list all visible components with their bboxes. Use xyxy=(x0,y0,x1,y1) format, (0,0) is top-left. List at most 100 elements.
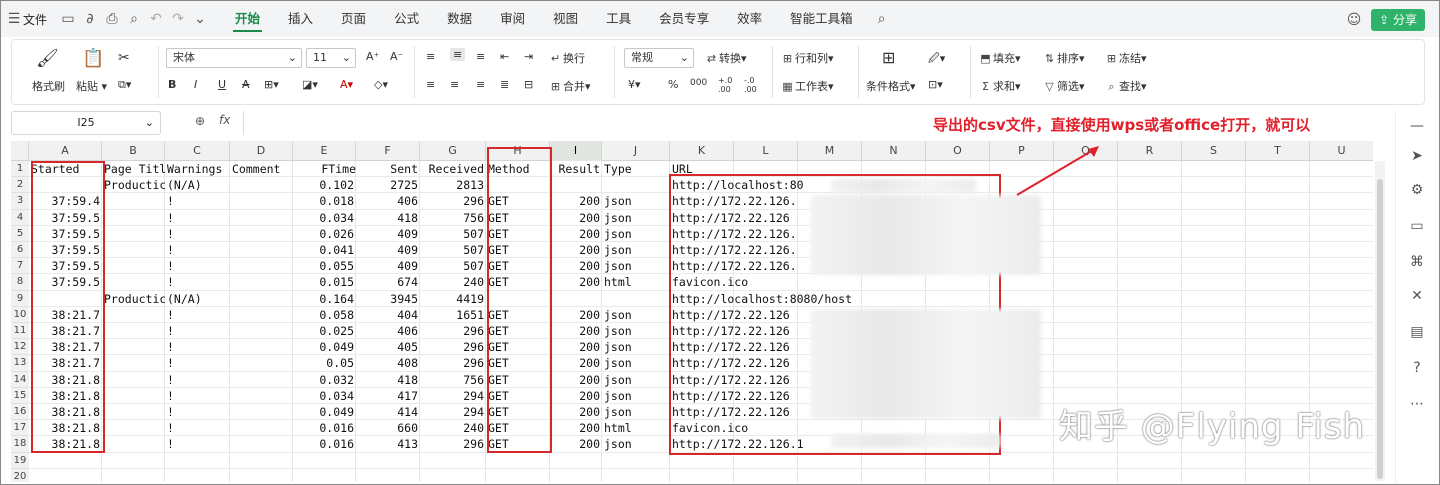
cell-b13[interactable] xyxy=(102,355,165,371)
currency-button[interactable]: ¥▾ xyxy=(628,78,641,91)
cell-i20[interactable] xyxy=(550,469,602,482)
paste-button[interactable]: 粘贴 ▾ xyxy=(76,78,107,94)
cell-i2[interactable] xyxy=(550,177,602,193)
cell-c18[interactable]: ! xyxy=(165,436,230,452)
row-header[interactable]: 1 xyxy=(11,161,29,178)
cell-border-icon[interactable]: ⊡▾ xyxy=(928,78,943,91)
cell-d13[interactable] xyxy=(230,355,293,371)
column-header-k[interactable]: K xyxy=(670,141,734,161)
row-header[interactable]: 20 xyxy=(11,468,29,482)
cell-f14[interactable]: 418 xyxy=(356,372,420,388)
cell-b10[interactable] xyxy=(102,307,165,323)
align-top-icon[interactable]: ≡ xyxy=(426,50,435,63)
merge-button[interactable]: ⊞ 合并▾ xyxy=(548,78,591,94)
cell-i9[interactable] xyxy=(550,291,602,307)
row-header[interactable]: 10 xyxy=(11,306,29,323)
underline-icon[interactable]: U xyxy=(218,78,226,91)
cell-f11[interactable]: 406 xyxy=(356,323,420,339)
cell-j3[interactable]: json xyxy=(602,193,670,209)
tab-6[interactable]: 视图 xyxy=(539,1,592,37)
cell-f10[interactable]: 404 xyxy=(356,307,420,323)
cell-i5[interactable]: 200 xyxy=(550,226,602,242)
convert-button[interactable]: ⇄ 转换▾ xyxy=(704,50,747,66)
cell-e3[interactable]: 0.018 xyxy=(293,193,356,209)
row-header[interactable]: 5 xyxy=(11,225,29,242)
tab-9[interactable]: 效率 xyxy=(723,1,776,37)
cell-d15[interactable] xyxy=(230,388,293,404)
cut-icon[interactable]: ✂ xyxy=(118,50,130,66)
cell-a20[interactable] xyxy=(29,469,102,482)
cell-i14[interactable]: 200 xyxy=(550,372,602,388)
cell-c11[interactable]: ! xyxy=(165,323,230,339)
column-header-i[interactable]: I xyxy=(550,141,602,161)
column-header-e[interactable]: E xyxy=(293,141,356,161)
cell-b3[interactable] xyxy=(102,193,165,209)
cell-i11[interactable]: 200 xyxy=(550,323,602,339)
row-header[interactable]: 14 xyxy=(11,371,29,388)
cell-b19[interactable] xyxy=(102,453,165,469)
cell-f2[interactable]: 2725 xyxy=(356,177,420,193)
row-header[interactable]: 19 xyxy=(11,452,29,469)
cell-g2[interactable]: 2813 xyxy=(420,177,486,193)
spreadsheet-grid[interactable]: ABCDEFGHIJKLMNOPQRSTU 1 Started Page Titl W… xyxy=(11,141,1373,482)
cell-d12[interactable] xyxy=(230,339,293,355)
format-painter-icon[interactable]: 🖌 xyxy=(36,48,59,69)
cell-c10[interactable]: ! xyxy=(165,307,230,323)
row-header[interactable]: 2 xyxy=(11,177,29,194)
cell-b14[interactable] xyxy=(102,372,165,388)
cell-k19[interactable] xyxy=(670,453,970,469)
name-box[interactable]: I25 ⌄ xyxy=(11,111,161,135)
cell-d2[interactable] xyxy=(230,177,293,193)
percent-button[interactable]: % xyxy=(668,78,678,91)
cell-g7[interactable]: 507 xyxy=(420,258,486,274)
more-chevron-icon[interactable]: ⌄ xyxy=(189,8,211,30)
cell-j7[interactable]: json xyxy=(602,258,670,274)
cell-c14[interactable]: ! xyxy=(165,372,230,388)
cell-b18[interactable] xyxy=(102,436,165,452)
cell-i18[interactable]: 200 xyxy=(550,436,602,452)
row-header[interactable]: 15 xyxy=(11,387,29,404)
zoom-icon[interactable]: ⊕ xyxy=(195,114,205,128)
cell-c2[interactable]: (N/A) xyxy=(165,177,230,193)
cell-d10[interactable] xyxy=(230,307,293,323)
fx-icon[interactable]: fx xyxy=(219,113,230,127)
cell-c19[interactable] xyxy=(165,453,230,469)
row-header[interactable]: 4 xyxy=(11,209,29,226)
cell-c5[interactable]: ! xyxy=(165,226,230,242)
sort-button[interactable]: ⇅ 排序▾ xyxy=(1042,50,1085,66)
cell-b16[interactable] xyxy=(102,404,165,420)
find-button[interactable]: ⌕ 查找▾ xyxy=(1104,78,1146,94)
column-header-c[interactable]: C xyxy=(165,141,230,161)
cell-h20[interactable] xyxy=(486,469,550,482)
file-menu[interactable]: 文件 xyxy=(23,11,47,28)
cell-b11[interactable] xyxy=(102,323,165,339)
cell-f9[interactable]: 3945 xyxy=(356,291,420,307)
cell-j5[interactable]: json xyxy=(602,226,670,242)
cell-c20[interactable] xyxy=(165,469,230,482)
undo-icon[interactable]: ↶ xyxy=(145,8,167,30)
cell-g6[interactable]: 507 xyxy=(420,242,486,258)
column-header-u[interactable]: U xyxy=(1310,141,1373,161)
cell-g16[interactable]: 294 xyxy=(420,404,486,420)
column-header-m[interactable]: M xyxy=(798,141,862,161)
cell-b20[interactable] xyxy=(102,469,165,482)
column-header-f[interactable]: F xyxy=(356,141,420,161)
worksheet-button[interactable]: ▦ 工作表▾ xyxy=(780,78,833,94)
align-bottom-icon[interactable]: ≡ xyxy=(476,50,485,63)
cell-g9[interactable]: 4419 xyxy=(420,291,486,307)
copy-icon[interactable]: ⧉▾ xyxy=(118,78,131,92)
cell-i10[interactable]: 200 xyxy=(550,307,602,323)
column-header-s[interactable]: S xyxy=(1182,141,1246,161)
cell-e6[interactable]: 0.041 xyxy=(293,242,356,258)
settings-sliders-icon[interactable]: ⚙ xyxy=(1406,179,1428,201)
cell-g14[interactable]: 756 xyxy=(420,372,486,388)
cell-b12[interactable] xyxy=(102,339,165,355)
cell-e2[interactable]: 0.102 xyxy=(293,177,356,193)
cell-f1[interactable]: Sent xyxy=(356,161,420,177)
cell-b4[interactable] xyxy=(102,210,165,226)
book-icon[interactable]: ▤ xyxy=(1406,321,1428,343)
cell-g20[interactable] xyxy=(420,469,486,482)
help-icon[interactable]: ? xyxy=(1406,357,1428,379)
cell-g11[interactable]: 296 xyxy=(420,323,486,339)
cell-j13[interactable]: json xyxy=(602,355,670,371)
